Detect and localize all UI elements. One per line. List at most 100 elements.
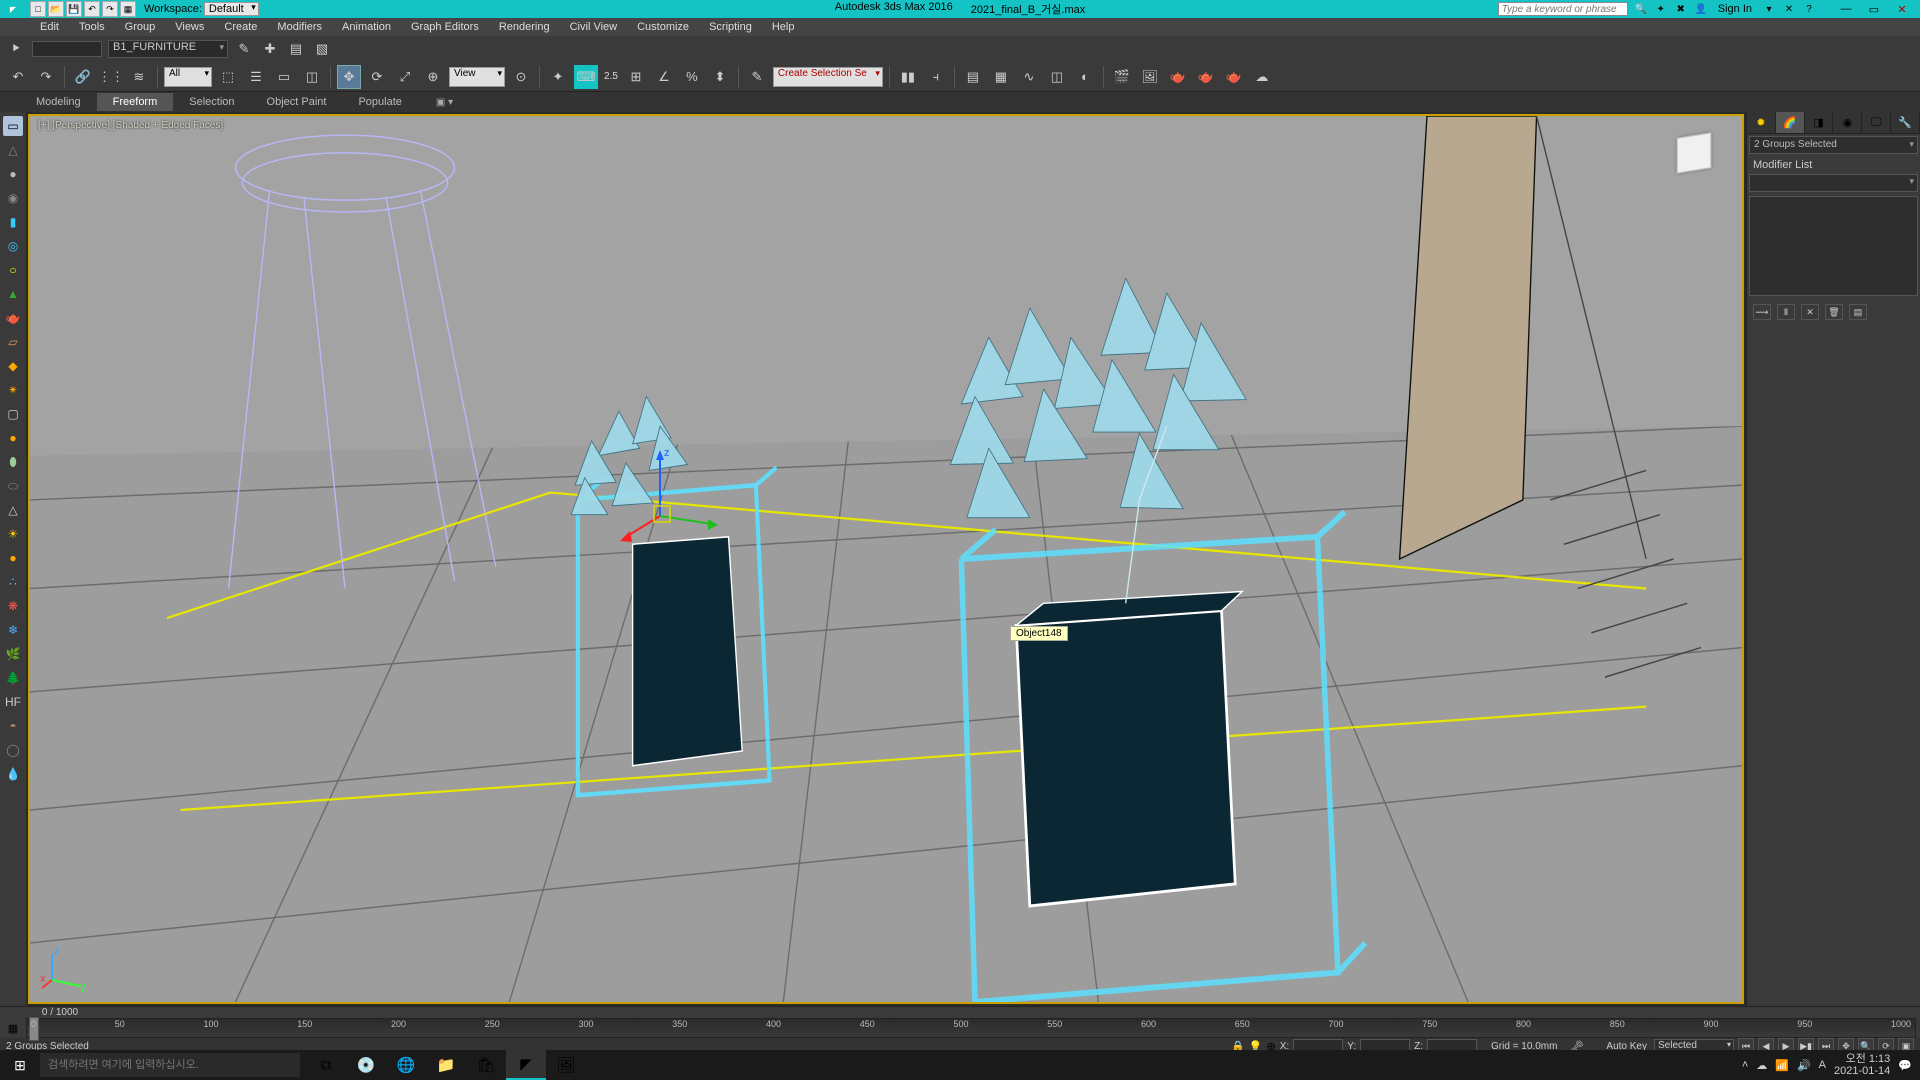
tray-onedrive-icon[interactable]: ☁ — [1756, 1059, 1767, 1072]
keyboard-shortcut-icon[interactable]: ⌨ — [574, 65, 598, 89]
menu-rendering[interactable]: Rendering — [489, 19, 560, 35]
taskbar-edge-icon[interactable]: 🌐 — [386, 1050, 426, 1080]
named-selection-dropdown[interactable]: Create Selection Se — [773, 67, 883, 87]
ribbon-tab-selection[interactable]: Selection — [173, 93, 250, 111]
start-button[interactable]: ⊞ — [0, 1050, 40, 1080]
menu-tools[interactable]: Tools — [69, 19, 115, 35]
menu-edit[interactable]: Edit — [30, 19, 69, 35]
user-icon[interactable]: 👤 — [1694, 2, 1708, 16]
use-center-icon[interactable]: ⊙ — [509, 65, 533, 89]
qat-redo-icon[interactable]: ↷ — [102, 1, 118, 17]
minimize-button[interactable]: — — [1832, 0, 1860, 18]
menu-create[interactable]: Create — [214, 19, 267, 35]
maximize-button[interactable]: ▭ — [1860, 0, 1888, 18]
percent-snap-icon[interactable]: % — [680, 65, 704, 89]
viewcube[interactable] — [1666, 126, 1722, 182]
menu-views[interactable]: Views — [165, 19, 214, 35]
taskbar-3dsmax-icon[interactable]: ◤ — [506, 1050, 546, 1080]
ribbon-tab-objectpaint[interactable]: Object Paint — [251, 93, 343, 111]
bind-spacewarp-icon[interactable]: ≋ — [127, 65, 151, 89]
menu-customize[interactable]: Customize — [627, 19, 699, 35]
tray-volume-icon[interactable]: 🔊 — [1797, 1059, 1811, 1072]
spinner-snap-icon[interactable]: ⬍ — [708, 65, 732, 89]
layer-explorer-icon[interactable]: ▤ — [286, 39, 306, 59]
lt-gengon-icon[interactable]: ● — [3, 548, 23, 568]
scene-explorer-toggle-icon[interactable]: ⯈ — [6, 39, 26, 59]
rendered-frame-icon[interactable]: 🖼 — [1138, 65, 1162, 89]
unlink-icon[interactable]: ⋮⋮ — [99, 65, 123, 89]
workspace-dropdown[interactable]: Default — [204, 2, 259, 16]
lt-torusknot-icon[interactable]: ✴ — [3, 380, 23, 400]
toggle-ribbon-icon[interactable]: ▦ — [989, 65, 1013, 89]
time-config-icon[interactable]: ▦ — [8, 1022, 18, 1035]
lt-oiltank-icon[interactable]: ⬮ — [3, 452, 23, 472]
lt-box-icon[interactable]: ▭ — [3, 116, 23, 136]
window-crossing-icon[interactable]: ◫ — [300, 65, 324, 89]
signin-link[interactable]: Sign In — [1714, 3, 1756, 15]
lt-cone-icon[interactable]: △ — [3, 140, 23, 160]
tray-notifications-icon[interactable]: 💬 — [1898, 1059, 1912, 1072]
schematic-view-icon[interactable]: ◫ — [1045, 65, 1069, 89]
subscription-icon[interactable]: ✦ — [1654, 2, 1668, 16]
menu-civilview[interactable]: Civil View — [560, 19, 627, 35]
named-sel-edit-icon[interactable]: ✎ — [745, 65, 769, 89]
snap-toggle-icon[interactable]: ⊞ — [624, 65, 648, 89]
lt-spray-icon[interactable]: ❋ — [3, 596, 23, 616]
lt-pyramid-icon[interactable]: ▲ — [3, 284, 23, 304]
taskbar-photos-icon[interactable]: 🖼 — [546, 1050, 586, 1080]
lt-chamfercyl-icon[interactable]: ● — [3, 428, 23, 448]
stack-configure-icon[interactable]: ▤ — [1849, 304, 1867, 320]
display-floater-icon[interactable]: ▧ — [312, 39, 332, 59]
mirror-icon[interactable]: ▮▮ — [896, 65, 920, 89]
menu-modifiers[interactable]: Modifiers — [267, 19, 332, 35]
qat-undo-icon[interactable]: ↶ — [84, 1, 100, 17]
angle-snap-icon[interactable]: ∠ — [652, 65, 676, 89]
selection-add-icon[interactable]: ✚ — [260, 39, 280, 59]
qat-project-icon[interactable]: ▦ — [120, 1, 136, 17]
activeshade-icon[interactable]: 🫖 — [1222, 65, 1246, 89]
select-move-icon[interactable]: ✥ — [337, 65, 361, 89]
viewport-label[interactable]: [+] [Perspective] [Shaded + Edged Faces] — [38, 120, 223, 131]
perspective-viewport[interactable]: [+] [Perspective] [Shaded + Edged Faces]… — [28, 114, 1744, 1004]
cmd-tab-hierarchy-icon[interactable]: ◨ — [1805, 112, 1834, 133]
lt-chamferbox-icon[interactable]: ▢ — [3, 404, 23, 424]
lt-rock-icon[interactable]: ◓ — [3, 716, 23, 736]
material-editor-icon[interactable]: ◐ — [1073, 65, 1097, 89]
stack-showend-icon[interactable]: Ⅱ — [1777, 304, 1795, 320]
lt-hedra-icon[interactable]: ◆ — [3, 356, 23, 376]
qat-save-icon[interactable]: 💾 — [66, 1, 82, 17]
select-manipulate-icon[interactable]: ✦ — [546, 65, 570, 89]
close-button[interactable]: ✕ — [1888, 0, 1916, 18]
cmd-tab-utilities-icon[interactable]: 🔧 — [1891, 112, 1920, 133]
windows-search[interactable] — [40, 1053, 300, 1077]
ribbon-expand-icon[interactable]: ▣ ▾ — [428, 95, 461, 110]
render-setup-icon[interactable]: 🎬 — [1110, 65, 1134, 89]
tray-lang-icon[interactable]: A — [1819, 1059, 1826, 1071]
lt-capsule-icon[interactable]: ⬭ — [3, 476, 23, 496]
lt-tube-icon[interactable]: ◎ — [3, 236, 23, 256]
lt-hf-icon[interactable]: HF — [3, 692, 23, 712]
cmd-tab-create-icon[interactable]: ✹ — [1747, 112, 1776, 133]
render-online-icon[interactable]: ☁ — [1250, 65, 1274, 89]
menu-scripting[interactable]: Scripting — [699, 19, 762, 35]
transform-gizmo[interactable]: z — [620, 446, 720, 556]
exchange-apps-icon[interactable]: ✕ — [1782, 2, 1796, 16]
lt-water-icon[interactable]: 💧 — [3, 764, 23, 784]
lt-teapot-icon[interactable]: 🫖 — [3, 308, 23, 328]
lt-sphere-icon[interactable]: ● — [3, 164, 23, 184]
time-track[interactable]: 050100 150200250 300350400 450500550 600… — [26, 1018, 1916, 1038]
curve-editor-icon[interactable]: ∿ — [1017, 65, 1041, 89]
select-rotate-icon[interactable]: ⟳ — [365, 65, 389, 89]
menu-animation[interactable]: Animation — [332, 19, 401, 35]
lt-cylinder-icon[interactable]: ▮ — [3, 212, 23, 232]
stack-pin-icon[interactable]: ⟿ — [1753, 304, 1771, 320]
modifier-list-dropdown[interactable] — [1749, 174, 1918, 192]
favorites-icon[interactable]: ▾ — [1762, 2, 1776, 16]
ribbon-tab-freeform[interactable]: Freeform — [97, 93, 174, 111]
stack-remove-icon[interactable]: 🗑 — [1825, 304, 1843, 320]
qat-open-icon[interactable]: 📂 — [48, 1, 64, 17]
lt-misc-icon[interactable]: ◯ — [3, 740, 23, 760]
modifier-stack[interactable] — [1749, 196, 1918, 296]
cmd-tab-motion-icon[interactable]: ◉ — [1833, 112, 1862, 133]
lt-torus-icon[interactable]: ○ — [3, 260, 23, 280]
